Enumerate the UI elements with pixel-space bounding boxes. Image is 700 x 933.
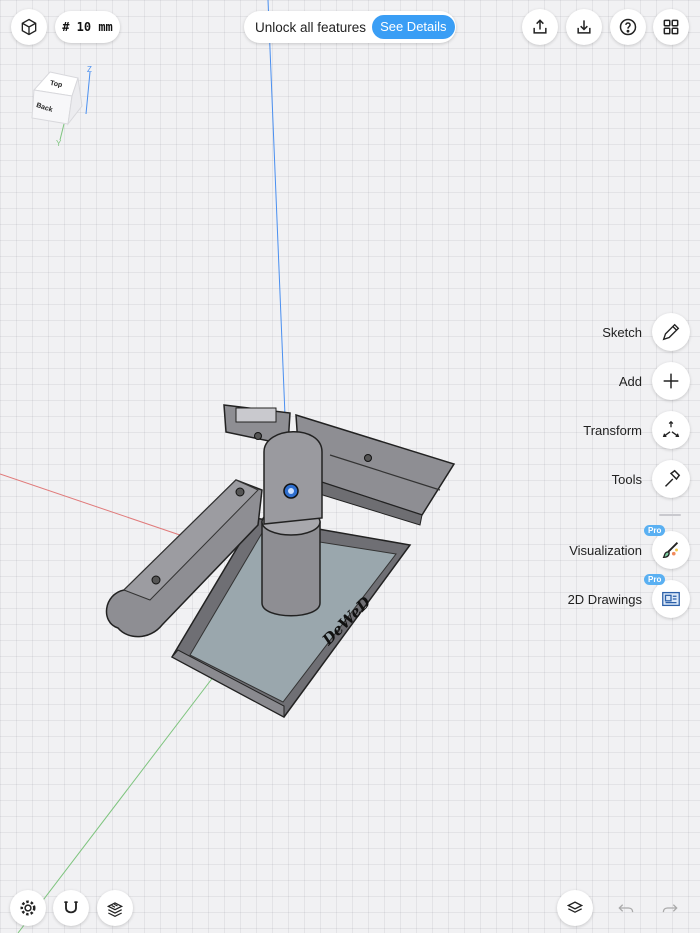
download-icon [577,20,591,34]
y-axis-label: Y [56,139,62,147]
share-upload-icon [533,19,547,34]
z-axis-line [267,0,287,441]
see-details-button[interactable]: See Details [372,15,455,39]
menu-item-tools[interactable]: Tools [612,460,690,498]
cube-view-icon [21,18,37,36]
help-button[interactable] [610,9,646,45]
hammer-icon [664,469,681,487]
grid-menu-button[interactable] [653,9,689,45]
z-axis-label: Z [87,65,92,74]
layers-hatch-icon [106,902,124,918]
magnet-icon [64,901,78,914]
menu-label-tools: Tools [611,471,642,487]
gear-icon [20,900,36,916]
section-view-button[interactable] [97,890,133,926]
redo-icon [662,904,678,913]
unlock-text: Unlock all features [255,19,367,35]
transform-button[interactable] [652,411,690,449]
layers-icon [566,901,584,913]
snap-button[interactable] [53,890,89,926]
pencil-icon [662,323,680,341]
menu-divider [659,514,681,516]
y-axis-line [17,654,231,933]
pro-badge: Pro [644,574,666,585]
grid-size-label: # 10 mm [62,20,113,34]
drawing-sheet-icon [662,591,680,607]
redo-button[interactable] [652,890,688,926]
menu-item-2d-drawings[interactable]: 2D Drawings Pro [567,574,690,618]
export-button[interactable] [522,9,558,45]
unlock-banner: Unlock all features See Details [244,11,456,43]
menu-label-add: Add [618,373,642,389]
plus-icon [663,373,679,389]
menu-label-visualization: Visualization [569,542,642,558]
menu-label-sketch: Sketch [602,324,642,340]
view-cube[interactable]: Z Y Top Back [20,62,100,147]
sketch-button[interactable] [652,313,690,351]
2d-drawings-button[interactable]: Pro [644,574,690,618]
brush-icon [662,542,679,558]
y-axis-indicator [59,123,65,141]
tools-button[interactable] [652,460,690,498]
settings-button[interactable] [10,890,46,926]
import-button[interactable] [566,9,602,45]
z-axis-indicator [85,71,91,115]
undo-icon [618,904,634,913]
menu-label-transform: Transform [583,422,642,438]
pro-badge: Pro [644,525,666,536]
grid-icon [663,19,679,35]
menu-item-add[interactable]: Add [619,362,690,400]
3d-viewport[interactable]: DeWeD [0,0,700,933]
pivot-arm[interactable] [263,431,323,525]
3d-model[interactable]: DeWeD [105,404,456,718]
layers-button[interactable] [557,890,593,926]
menu-label-2d-drawings: 2D Drawings [567,591,642,607]
menu-item-visualization[interactable]: Visualization Pro [569,525,690,569]
cylinder-post[interactable] [261,508,321,617]
question-icon [619,18,637,36]
view-mode-button[interactable] [11,9,47,45]
transform-icon [662,420,680,438]
add-button[interactable] [652,362,690,400]
menu-item-sketch[interactable]: Sketch [602,313,690,351]
visualization-button[interactable]: Pro [644,525,690,569]
grid-size-indicator[interactable]: # 10 mm [55,11,120,43]
menu-item-transform[interactable]: Transform [583,411,690,449]
undo-button[interactable] [608,890,644,926]
